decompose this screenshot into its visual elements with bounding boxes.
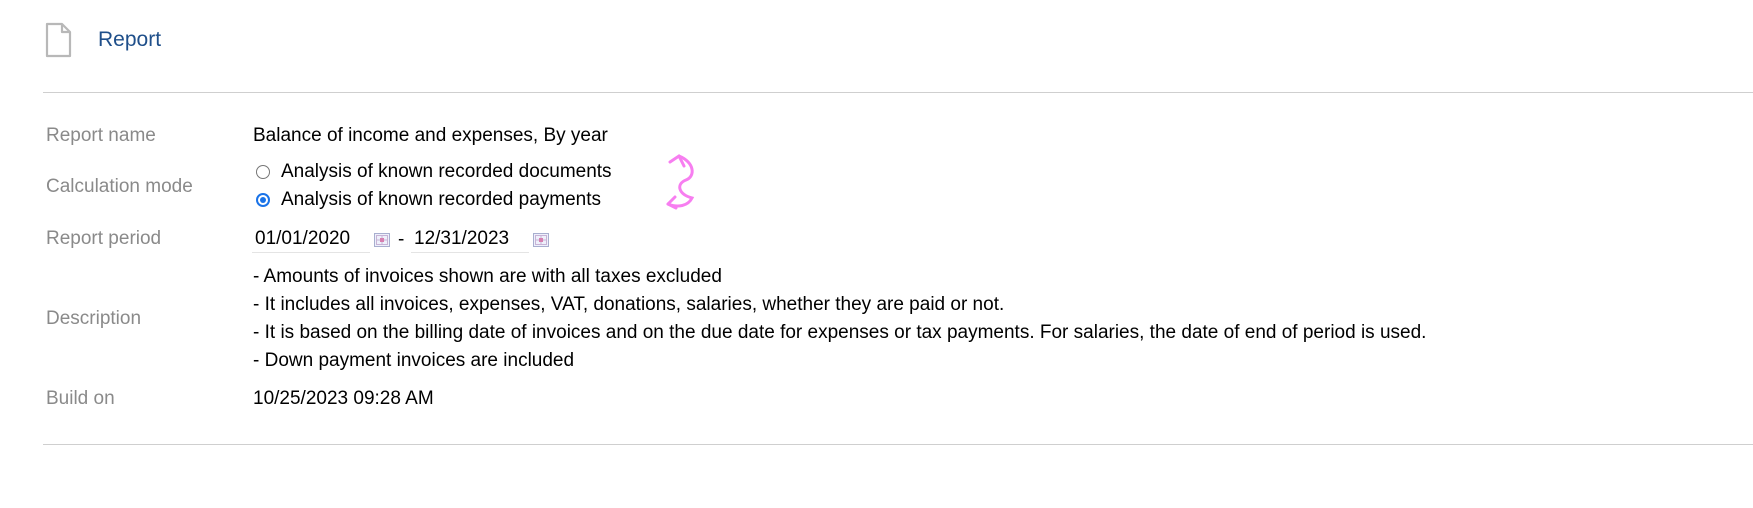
report-name-label: Report name	[46, 125, 156, 146]
radio-payments[interactable]	[256, 193, 270, 207]
page-title: Report	[98, 28, 162, 51]
report-name-value: Balance of income and expenses, By year	[253, 125, 608, 146]
page-header: Report	[44, 20, 161, 60]
description-label: Description	[46, 308, 142, 329]
description-line: - It is based on the billing date of inv…	[253, 322, 1427, 343]
mode-option-payments[interactable]: Analysis of known recorded payments	[256, 189, 601, 211]
description-line: - Down payment invoices are included	[253, 350, 575, 371]
mode-option-documents[interactable]: Analysis of known recorded documents	[256, 161, 612, 183]
period-start-input[interactable]: 01/01/2020	[252, 225, 370, 253]
report-period-label: Report period	[46, 228, 162, 249]
period-separator: -	[398, 229, 405, 250]
swap-arrows-annotation	[666, 154, 695, 210]
period-end-input[interactable]: 12/31/2023	[411, 225, 529, 253]
bottom-divider	[43, 444, 1753, 445]
document-icon	[45, 22, 72, 58]
mode-option-payments-label: Analysis of known recorded payments	[281, 189, 601, 210]
radio-documents[interactable]	[256, 165, 270, 179]
calculation-mode-label: Calculation mode	[46, 176, 193, 197]
mode-option-documents-label: Analysis of known recorded documents	[281, 161, 612, 182]
description-line: - Amounts of invoices shown are with all…	[253, 266, 722, 287]
top-divider	[43, 92, 1753, 93]
description-line: - It includes all invoices, expenses, VA…	[253, 294, 1005, 315]
calendar-icon[interactable]	[374, 233, 390, 247]
build-on-label: Build on	[46, 388, 115, 409]
calendar-icon[interactable]	[533, 233, 549, 247]
build-on-value: 10/25/2023 09:28 AM	[253, 388, 434, 409]
